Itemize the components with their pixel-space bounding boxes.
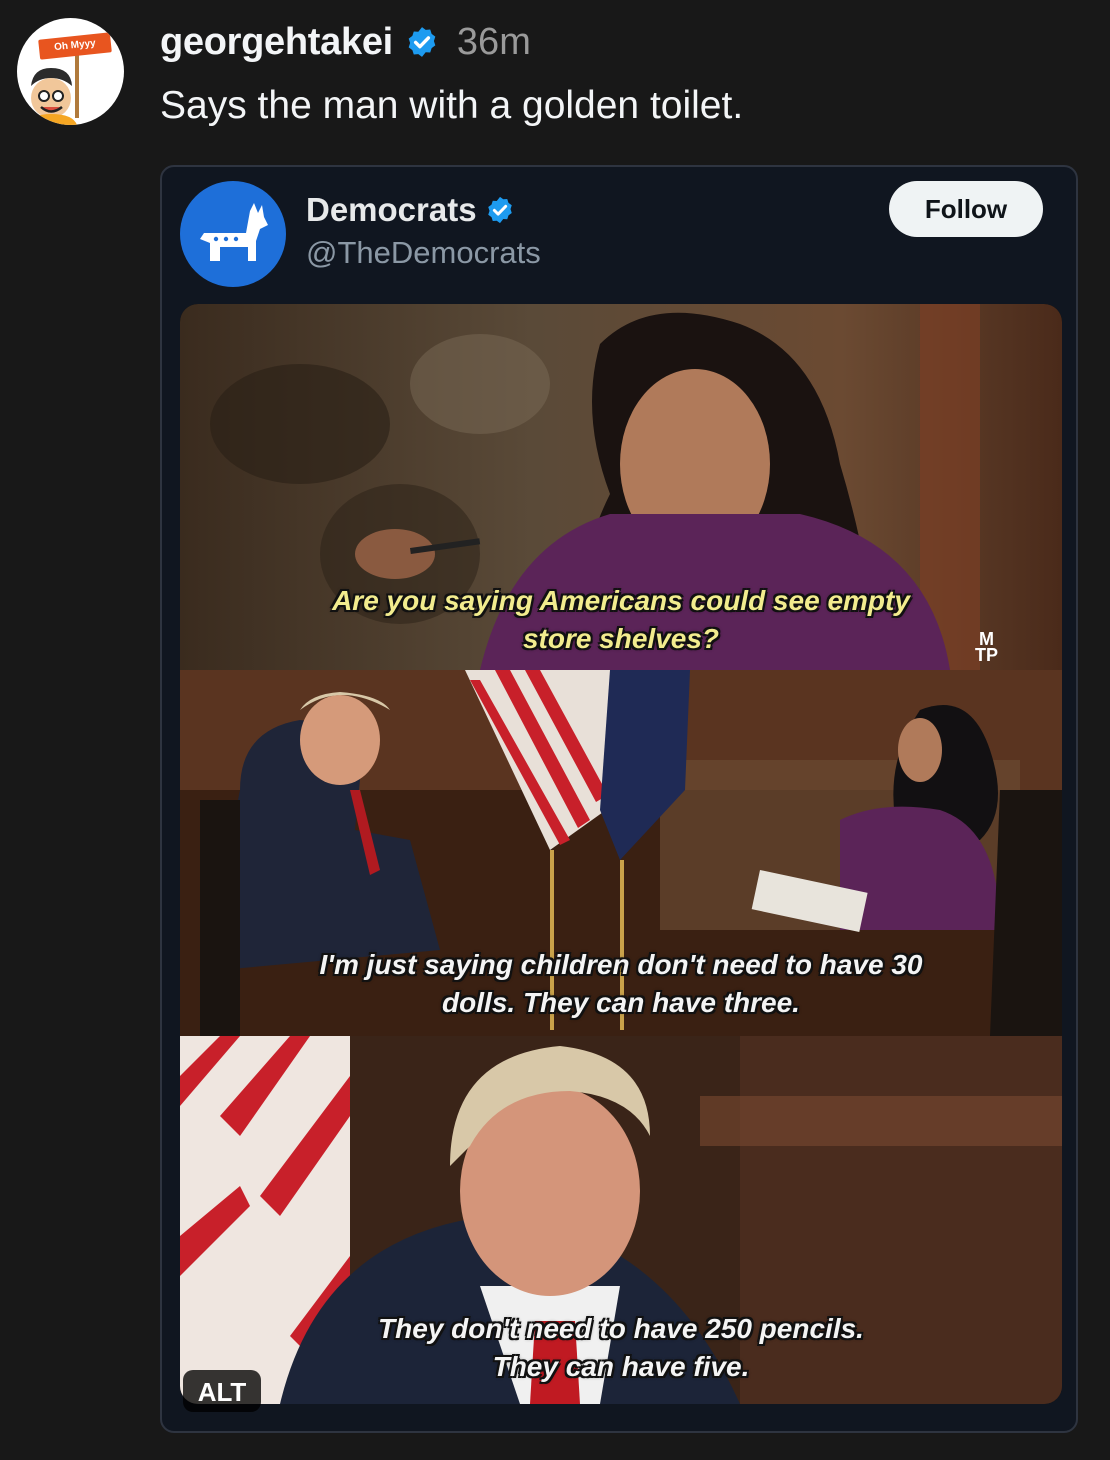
subtitle-3-line-1: They don't need to have 250 pencils. xyxy=(378,1313,864,1344)
subtitle-2-line-2: dolls. They can have three. xyxy=(442,987,800,1018)
embed-name-row: Democrats xyxy=(306,191,515,229)
channel-watermark: M TP xyxy=(975,630,999,665)
video-frame-1: Are you saying Americans could see empty… xyxy=(180,304,1062,670)
subtitle-1: Are you saying Americans could see empty… xyxy=(180,582,1062,658)
subtitle-2: I'm just saying children don't need to h… xyxy=(180,946,1062,1022)
embedded-post-card[interactable]: Democrats @TheDemocrats Follow Are you s… xyxy=(160,165,1078,1433)
embed-display-name[interactable]: Democrats xyxy=(306,191,477,229)
post-header: georgehtakei 36m xyxy=(160,18,531,66)
alt-text-button[interactable]: ALT xyxy=(183,1370,261,1412)
verified-badge-icon xyxy=(487,196,512,224)
verified-badge-icon xyxy=(408,27,436,57)
media-image[interactable]: Are you saying Americans could see empty… xyxy=(180,304,1062,1404)
profile-avatar[interactable]: Oh Myyy xyxy=(17,18,124,125)
subtitle-2-line-1: I'm just saying children don't need to h… xyxy=(319,949,923,980)
post-text: Says the man with a golden toilet. xyxy=(160,84,744,127)
subtitle-3-line-2: They can have five. xyxy=(492,1351,750,1382)
democrats-avatar[interactable] xyxy=(180,181,286,287)
username[interactable]: georgehtakei xyxy=(160,21,393,64)
post-timestamp: 36m xyxy=(456,20,531,63)
embed-handle[interactable]: @TheDemocrats xyxy=(306,235,541,271)
video-frame-2: I'm just saying children don't need to h… xyxy=(180,670,1062,1036)
follow-button[interactable]: Follow xyxy=(889,181,1043,237)
subtitle-1-line-1: Are you saying Americans could see empty xyxy=(332,585,910,616)
subtitle-3: They don't need to have 250 pencils. The… xyxy=(180,1310,1062,1386)
watermark-bottom: TP xyxy=(975,645,999,665)
video-frame-3: They don't need to have 250 pencils. The… xyxy=(180,1036,1062,1404)
subtitle-1-line-2: store shelves? xyxy=(522,623,720,654)
donkey-logo-icon xyxy=(200,203,268,261)
